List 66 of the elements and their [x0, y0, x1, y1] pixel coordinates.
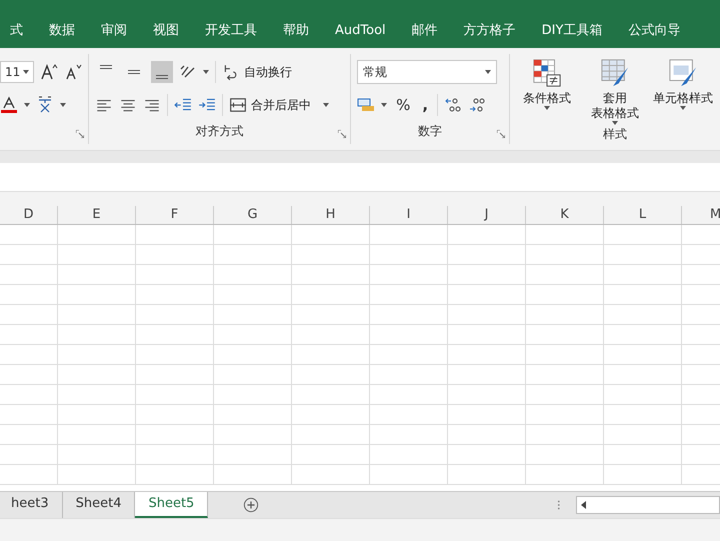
font-color-icon[interactable] [0, 96, 18, 114]
style-button[interactable]: 单元格样式 [652, 58, 714, 125]
merge-center-button[interactable]: 合并后居中 [229, 96, 311, 114]
style-button[interactable]: 条件格式 [516, 58, 578, 125]
wrap-text-button[interactable]: 自动换行 [222, 63, 292, 81]
comma-style-button[interactable]: , [419, 96, 432, 114]
caret-icon[interactable] [323, 103, 329, 107]
ribbon-tab[interactable]: DIY工具箱 [528, 16, 616, 48]
column-header[interactable]: E [58, 206, 136, 224]
add-sheet-icon[interactable] [243, 496, 260, 514]
group-label: 数字 [417, 123, 444, 140]
align-lines-icon [100, 65, 112, 69]
table-brush-icon [668, 58, 698, 88]
caret-icon [23, 70, 29, 74]
caret-icon[interactable] [203, 70, 209, 74]
vertical-align-button[interactable] [151, 61, 173, 83]
more-options-icon[interactable] [557, 499, 561, 511]
ribbon-tab[interactable]: 公式向导 [615, 16, 694, 48]
group-label: 样式 [602, 126, 628, 143]
dialog-launcher-icon[interactable] [338, 130, 346, 138]
column-header[interactable]: H [292, 206, 370, 224]
align-lines-icon [156, 75, 168, 79]
column-header[interactable]: D [0, 206, 58, 224]
increase-decimal-icon[interactable] [444, 96, 462, 114]
ribbon-tab[interactable]: 邮件 [398, 16, 451, 48]
column-header[interactable]: J [448, 206, 526, 224]
group-label: 对齐方式 [194, 123, 245, 140]
column-header[interactable]: K [526, 206, 604, 224]
table-brush-icon [600, 58, 630, 88]
percent-button[interactable]: % [393, 96, 414, 114]
phonetic-guide-icon[interactable] [36, 96, 54, 114]
ribbon-tab[interactable]: 帮助 [270, 16, 322, 48]
dialog-launcher-icon[interactable] [76, 130, 84, 138]
caret-icon [485, 70, 492, 74]
caret-icon [612, 121, 618, 125]
column-header[interactable]: M [682, 206, 720, 224]
column-header[interactable]: I [370, 206, 448, 224]
ribbon-tab[interactable]: 视图 [140, 16, 192, 48]
ribbon-tab[interactable]: 方方格子 [450, 16, 529, 48]
dialog-launcher-icon[interactable] [497, 130, 505, 138]
table-highlight-icon [532, 58, 562, 88]
caret-icon [680, 106, 686, 110]
merge-cells-icon [229, 96, 247, 114]
ribbon-tab[interactable]: 数据 [36, 16, 88, 48]
ribbon-tab[interactable]: 式 [0, 16, 36, 48]
style-button[interactable]: 套用 表格格式 [584, 58, 646, 125]
decrease-decimal-icon[interactable] [468, 96, 486, 114]
caret-icon[interactable] [60, 103, 66, 107]
ribbon-tab[interactable]: 审阅 [88, 16, 140, 48]
caret-icon [544, 106, 550, 110]
ribbon-tab[interactable]: 开发工具 [192, 16, 270, 48]
sheet-tab[interactable]: Sheet5 [135, 492, 208, 518]
shrink-font-icon[interactable] [64, 63, 82, 81]
number-format-dropdown[interactable]: 常规 [357, 60, 498, 84]
caret-icon[interactable] [381, 103, 388, 107]
align-lines-icon [128, 70, 140, 74]
column-header[interactable]: G [214, 206, 292, 224]
column-header[interactable]: L [604, 206, 682, 224]
font-size-dropdown[interactable]: 11 [0, 61, 34, 83]
scroll-left-icon[interactable] [580, 501, 587, 509]
column-header[interactable]: F [136, 206, 214, 224]
grow-font-icon[interactable] [40, 63, 58, 81]
caret-icon[interactable] [24, 103, 30, 107]
currency-icon[interactable] [357, 96, 376, 114]
horizontal-scrollbar[interactable] [576, 496, 720, 514]
ribbon-tab[interactable]: AudTool [322, 16, 399, 48]
